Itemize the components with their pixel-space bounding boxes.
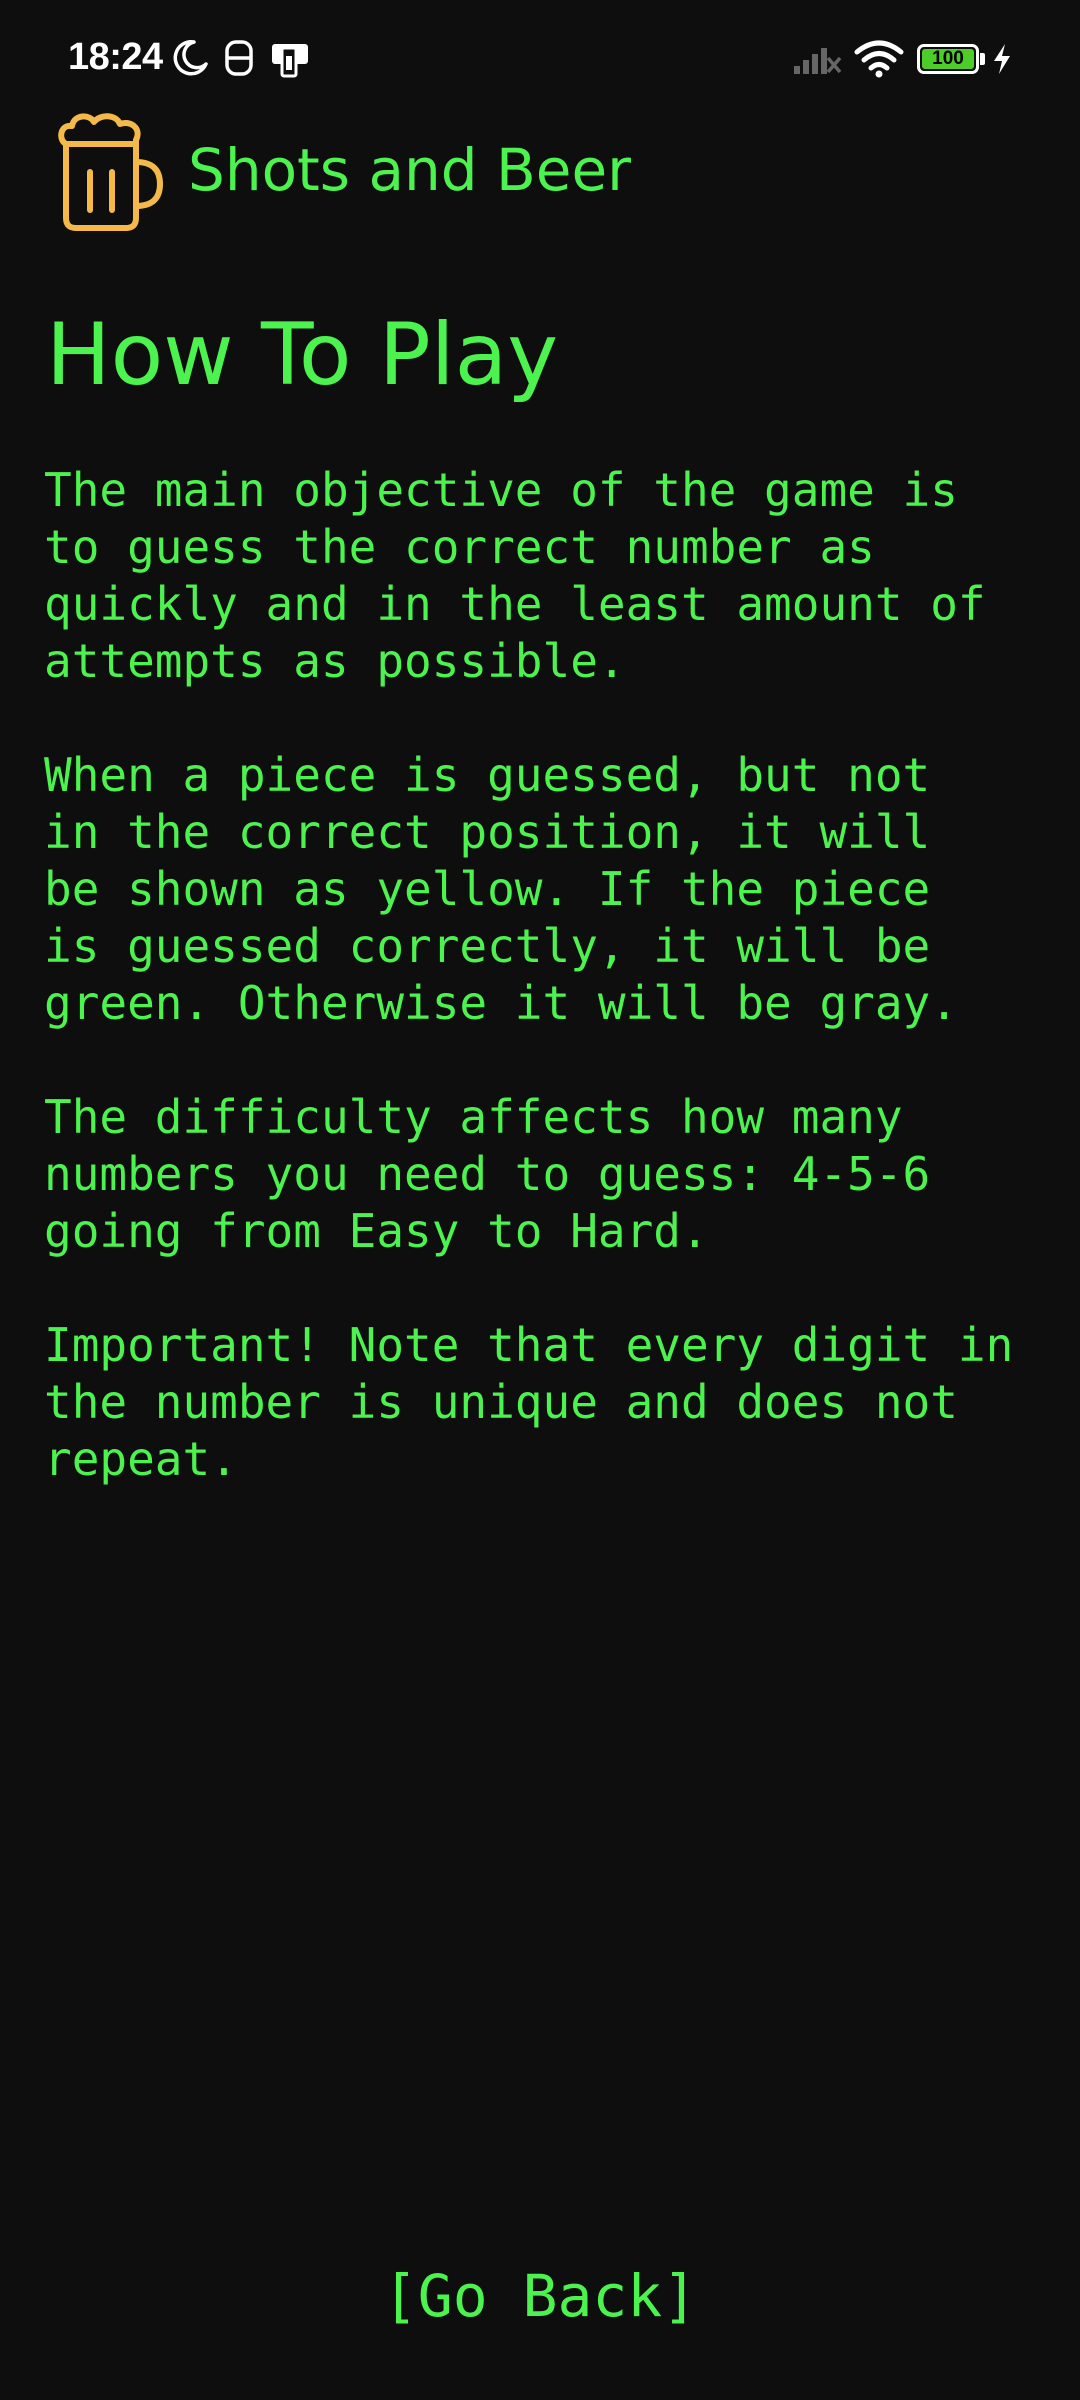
page-title: How To Play — [46, 305, 559, 405]
app-header: Shots and Beer — [0, 100, 1080, 240]
moon-icon — [173, 40, 208, 76]
battery-icon: 100 — [917, 44, 979, 74]
beer-mug-icon — [58, 113, 164, 231]
signal-icon — [794, 48, 842, 74]
wifi-icon — [854, 40, 904, 78]
status-time: 18:24 — [68, 36, 163, 78]
instructions: The main objective of the game is to gue… — [44, 462, 1044, 1545]
data-saver-icon — [225, 40, 253, 76]
instruction-paragraph: The difficulty affects how many numbers … — [44, 1090, 931, 1258]
app-title: Shots and Beer — [188, 136, 632, 204]
sim-card-icon — [272, 44, 308, 78]
battery-level: 100 — [922, 49, 974, 69]
instruction-paragraph: Important! Note that every digit in the … — [44, 1318, 1014, 1486]
charging-bolt-icon — [994, 44, 1010, 74]
instruction-paragraph: When a piece is guessed, but not in the … — [44, 748, 958, 1030]
battery-cap — [980, 53, 985, 65]
go-back-button[interactable]: [Go Back] — [0, 2262, 1080, 2330]
instruction-paragraph: The main objective of the game is to gue… — [44, 463, 986, 688]
